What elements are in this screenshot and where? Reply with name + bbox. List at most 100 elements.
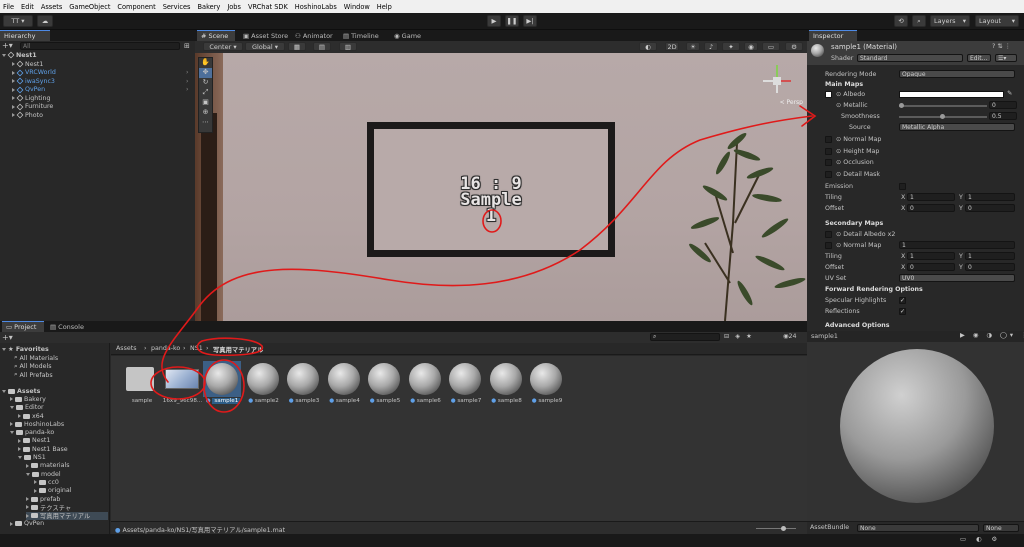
custom-tool-icon[interactable]: ⋯ [199,118,212,128]
emission-checkbox[interactable] [899,183,906,190]
folder-tree-item[interactable]: Editor [10,404,44,412]
expand-arrow-icon[interactable] [12,87,15,92]
rect-tool-icon[interactable]: ▣ [199,98,212,108]
favorite-item[interactable]: ⌕ All Models [14,363,52,371]
expand-arrow-icon[interactable] [2,389,6,393]
folder-tree-item[interactable]: 写真用マテリアル [26,511,108,520]
normal-map-slot[interactable] [825,136,832,143]
history-icon[interactable]: ⟲ [894,15,908,27]
folder-tree-item[interactable]: HoshinoLabs [10,420,64,428]
folder-tree-item[interactable]: panda-ko [10,429,54,437]
expand-arrow-icon[interactable] [18,414,21,419]
material-asset[interactable]: ● sample1 [203,361,242,411]
menu-item[interactable]: GameObject [69,3,110,11]
thumbnail-size-slider[interactable] [756,526,796,531]
tab-game[interactable]: ◉ Game [390,30,424,41]
expand-arrow-icon[interactable] [26,497,29,502]
menu-item[interactable]: HoshinoLabs [295,3,337,11]
expand-arrow-icon[interactable] [10,397,13,402]
material-asset[interactable]: ● sample3 [285,361,323,411]
expand-arrow-icon[interactable] [26,463,29,468]
chevron-right-icon[interactable]: › [186,69,189,76]
folder-tree-item[interactable]: QvPen [10,520,44,528]
account-dropdown[interactable]: TT ▾ [3,15,33,27]
expand-arrow-icon[interactable] [10,521,13,526]
grid-snap-icon[interactable]: ▦ [288,42,306,51]
play-button[interactable]: ▶ [487,15,501,27]
hierarchy-root-scene[interactable]: Nest1 [2,51,37,59]
sec-offset-x-input[interactable]: 0 [907,263,955,271]
metallic-value[interactable]: 0 [989,101,1017,109]
eyedropper-icon[interactable]: ✎ [1007,90,1012,97]
transform-tool-icon[interactable]: ⊕ [199,108,212,118]
audio-toggle-icon[interactable]: ♪ [704,42,718,51]
smoothness-value[interactable]: 0.5 [989,112,1017,120]
material-asset[interactable]: ● sample2 [245,361,283,411]
hierarchy-item[interactable]: Furniture [12,103,53,111]
hierarchy-item[interactable]: Photo [12,111,43,119]
smoothness-slider[interactable] [899,114,987,119]
detail-mask-slot[interactable] [825,171,832,178]
camera-icon[interactable]: ▭ [762,42,780,51]
layout-dropdown[interactable]: Layout ▾ [975,15,1019,27]
menu-item[interactable]: File [3,3,14,11]
step-button[interactable]: ▶| [523,15,537,27]
folder-tree-item[interactable]: x64 [18,412,44,420]
project-search-input[interactable]: ⌕ [650,333,720,341]
hierarchy-item[interactable]: VRCWorld › [12,69,189,77]
preview-controls-icon[interactable]: ▶ ◉ ◑ ◯▾ ⋮ [960,332,1024,339]
folder-tree-item[interactable]: Nest1 Base [18,445,68,453]
metallic-slider-handle[interactable] [899,103,904,108]
hierarchy-search-input[interactable]: All [20,42,180,50]
gizmos-icon[interactable]: ⚙ [785,42,803,51]
sec-tiling-x-input[interactable]: 1 [907,252,955,260]
folder-tree-item[interactable]: materials [26,462,70,470]
tab-console[interactable]: ▤ Console [46,321,88,332]
snap-increment-icon[interactable]: ▥ [339,42,357,51]
favorites-header[interactable]: ★ Favorites [2,345,49,353]
hierarchy-item[interactable]: QvPen › [12,86,189,94]
search-options-icon[interactable]: ⊞ [184,42,190,50]
tab-inspector[interactable]: Inspector [809,30,857,41]
hierarchy-item[interactable]: iwaSync3 › [12,77,189,85]
menu-item[interactable]: Jobs [227,3,241,11]
offset-y-input[interactable]: 0 [965,204,1015,212]
tab-project[interactable]: ▭ Project [2,321,44,332]
hierarchy-item[interactable]: Lighting [12,94,50,102]
hidden-objects-icon[interactable]: ◉ [744,42,758,51]
menu-item[interactable]: VRChat SDK [248,3,288,11]
rendering-mode-dropdown[interactable]: Opaque [899,70,1015,78]
offset-x-input[interactable]: 0 [907,204,955,212]
pause-button[interactable]: ❚❚ [505,15,519,27]
menu-item[interactable]: Help [377,3,392,11]
folder-asset[interactable]: sample [123,361,161,411]
expand-arrow-icon[interactable] [18,456,22,460]
expand-arrow-icon[interactable] [12,96,15,101]
specular-checkbox[interactable]: ✓ [899,297,906,304]
space-dropdown[interactable]: Global ▾ [245,42,285,51]
expand-arrow-icon[interactable] [12,70,15,75]
material-asset[interactable]: ● sample6 [407,361,445,411]
material-asset[interactable]: ● sample4 [326,361,364,411]
tab-asset-store[interactable]: ▣ Asset Store [239,30,288,41]
expand-arrow-icon[interactable] [26,472,30,476]
chevron-right-icon[interactable]: › [186,78,189,85]
expand-arrow-icon[interactable] [34,480,37,485]
expand-arrow-icon[interactable] [12,79,15,84]
uv-set-dropdown[interactable]: UV0 [899,274,1015,282]
tab-hierarchy[interactable]: Hierarchy [0,30,50,41]
breadcrumb-item[interactable]: panda-ko [151,345,180,352]
favorite-item[interactable]: ⌕ All Prefabs [14,371,53,379]
projection-label[interactable]: < Persp [755,99,803,106]
expand-arrow-icon[interactable] [10,422,13,427]
hand-tool-icon[interactable]: ✋ [199,58,212,68]
menu-item[interactable]: Services [163,3,191,11]
pivot-dropdown[interactable]: Center ▾ [203,42,243,51]
folder-tree-item[interactable]: Assets [2,387,40,395]
scene-viewport[interactable]: ✋ ✥ ↻ ⤢ ▣ ⊕ ⋯ 16 : 9 Sample 1 < Persp [195,53,807,321]
project-filter-icons[interactable]: ⊟ ◈ ★ [724,333,754,340]
folder-tree-item[interactable]: Bakery [10,395,46,403]
cloud-icon[interactable]: ☁ [37,15,53,27]
tiling-y-input[interactable]: 1 [965,193,1015,201]
expand-arrow-icon[interactable] [26,513,29,518]
